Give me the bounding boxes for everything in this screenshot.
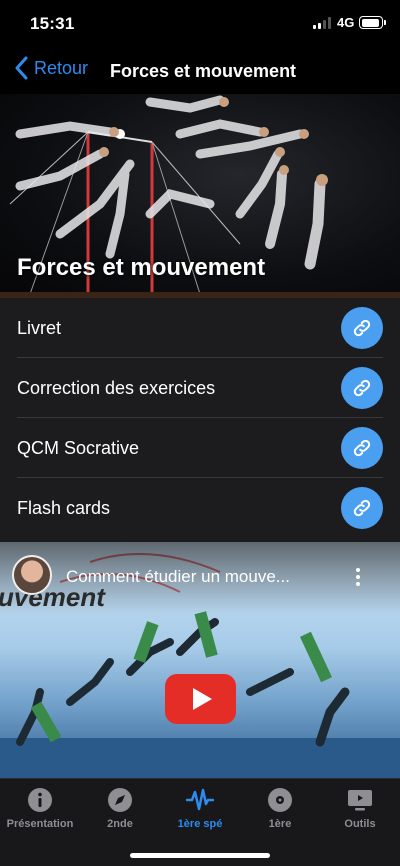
tab-label: 2nde — [107, 818, 133, 830]
link-icon — [353, 499, 371, 517]
link-button[interactable] — [341, 307, 383, 349]
tab-label: 1ère — [268, 818, 292, 830]
back-label: Retour — [34, 57, 89, 78]
play-button[interactable] — [165, 674, 236, 724]
navigation-bar: Retour Forces et mouvement — [0, 48, 400, 94]
hero-title: Forces et mouvement — [17, 254, 266, 281]
page-title: Forces et mouvement — [110, 61, 297, 81]
more-vertical-icon[interactable] — [351, 568, 365, 588]
link-icon — [353, 319, 371, 337]
video-player[interactable]: uvement Comment étudier un mouve... — [0, 542, 400, 778]
link-icon — [353, 379, 371, 397]
battery-icon — [359, 16, 386, 29]
hero-image: Forces et mouvement — [0, 94, 400, 298]
info-icon — [28, 788, 52, 812]
status-bar: 15:31 4G — [0, 0, 400, 48]
list-item-flashcards[interactable]: Flash cards — [0, 478, 400, 538]
channel-avatar[interactable] — [12, 555, 52, 595]
list-item-livret[interactable]: Livret — [0, 298, 400, 358]
tab-label: Outils — [344, 818, 376, 830]
list-item-label: QCM Socrative — [17, 438, 140, 458]
link-icon — [353, 439, 371, 457]
back-button[interactable]: Retour — [14, 56, 88, 80]
list-item-label: Livret — [17, 318, 62, 338]
network-label: 4G — [337, 15, 355, 30]
tab-outils[interactable]: Outils — [320, 785, 400, 830]
link-button[interactable] — [341, 367, 383, 409]
video-title[interactable]: Comment étudier un mouve... — [66, 567, 290, 587]
list-item-label: Correction des exercices — [17, 378, 216, 398]
play-icon — [193, 688, 212, 710]
tab-presentation[interactable]: Présentation — [0, 785, 80, 830]
list-item-correction[interactable]: Correction des exercices — [0, 358, 400, 418]
link-button[interactable] — [341, 487, 383, 529]
list-item-label: Flash cards — [17, 498, 111, 518]
waveform-icon — [186, 788, 214, 811]
resource-list: Livret Correction des exercices QCM Socr… — [0, 298, 400, 542]
tab-2nde[interactable]: 2nde — [80, 785, 160, 830]
tab-label: Présentation — [6, 818, 74, 830]
tv-icon — [348, 790, 372, 811]
chevron-left-icon — [15, 56, 28, 80]
home-indicator — [130, 853, 270, 858]
disc-icon — [268, 788, 292, 812]
link-button[interactable] — [341, 427, 383, 469]
tab-1ere[interactable]: 1ère — [240, 785, 320, 830]
tab-bar: Présentation 2nde 1ère spé 1ère Outils — [0, 778, 400, 866]
status-time: 15:31 — [30, 14, 75, 33]
tab-label: 1ère spé — [177, 818, 223, 830]
tab-1ere-spe[interactable]: 1ère spé — [160, 785, 240, 830]
signal-icon — [313, 17, 333, 29]
compass-icon — [108, 788, 132, 812]
list-item-qcm[interactable]: QCM Socrative — [0, 418, 400, 478]
